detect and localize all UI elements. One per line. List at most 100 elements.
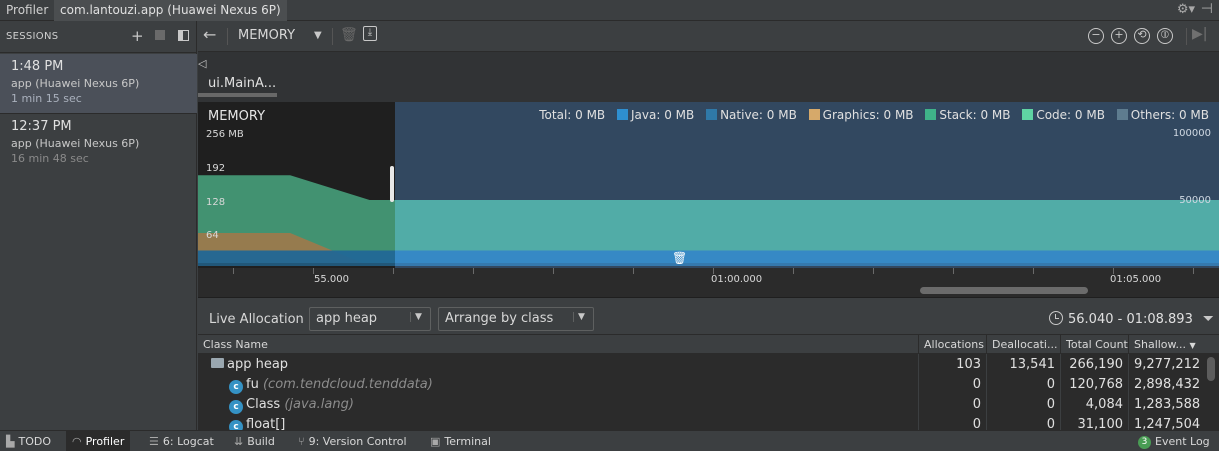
col-shallow-size[interactable]: Shallow... ▼: [1128, 335, 1206, 354]
shallow-size-cell: 9,277,212: [1134, 357, 1201, 372]
back-arrow-icon[interactable]: ←: [203, 25, 216, 44]
build-tool-button[interactable]: ⇊ Build: [234, 431, 275, 451]
terminal-tool-button[interactable]: ▣ Terminal: [430, 431, 491, 451]
class-name: app heap: [227, 357, 289, 372]
table-row[interactable]: c fu (com.tendcloud.tenddata) 0 0 120,768…: [198, 375, 1206, 395]
chevron-down-icon[interactable]: ▼: [314, 30, 322, 41]
legend-stack: Stack: 0 MB: [939, 108, 1011, 122]
chart-legend: Total: 0 MB Java: 0 MB Native: 0 MB Grap…: [535, 108, 1209, 122]
legend-others: Others: 0 MB: [1130, 108, 1209, 122]
arrange-select-value: Arrange by class: [445, 311, 554, 326]
terminal-icon: ▣: [430, 435, 441, 448]
unselected-overlay: [198, 102, 395, 268]
allocation-toolbar: Live Allocation app heap ▼ Arrange by cl…: [198, 304, 1219, 335]
zoom-in-icon[interactable]: +: [1111, 28, 1127, 44]
y-tick-label: 64: [206, 230, 219, 241]
todo-icon: ▙: [6, 435, 15, 448]
session-duration: 16 min 48 sec: [11, 152, 89, 165]
toolbar-divider: [1186, 28, 1187, 45]
memory-chart[interactable]: 🗑 MEMORY 256 MB 192 128 64 100000 50000 …: [198, 102, 1219, 268]
hide-panel-icon[interactable]: ⊣: [1201, 1, 1213, 17]
reset-zoom-icon[interactable]: ⟲: [1134, 28, 1150, 44]
arrange-select[interactable]: Arrange by class ▼: [438, 307, 594, 331]
sessions-header: SESSIONS +: [0, 21, 197, 53]
legend-code: Code: 0 MB: [1036, 108, 1105, 122]
live-allocation-label: Live Allocation: [209, 312, 304, 327]
selection-range: 56.040 - 01:08.893: [1068, 312, 1193, 327]
axis-tick: [1193, 268, 1194, 274]
table-row[interactable]: app heap 103 13,541 266,190 9,277,212: [198, 355, 1206, 375]
collapse-panel-icon[interactable]: [178, 30, 189, 41]
col-total-count[interactable]: Total Count: [1060, 335, 1128, 354]
chart-title: MEMORY: [208, 109, 266, 124]
build-label: Build: [247, 435, 275, 448]
col-deallocations[interactable]: Deallocati...: [986, 335, 1060, 354]
chevron-down-icon: ▼: [410, 312, 426, 322]
logcat-tool-button[interactable]: ☰ 6: Logcat: [149, 431, 214, 451]
allocations-cell: 0: [972, 417, 981, 430]
logcat-icon: ☰: [149, 435, 159, 448]
col-allocations[interactable]: Allocations: [918, 335, 986, 354]
gear-icon[interactable]: ⚙▾: [1177, 2, 1195, 17]
event-timeline: ◁ ui.MainA...: [198, 52, 1219, 102]
y-tick-label: 128: [206, 197, 226, 208]
heap-select-value: app heap: [316, 311, 378, 326]
legend-total: Total: 0 MB: [539, 108, 606, 122]
activity-bar[interactable]: [198, 93, 277, 97]
session-item[interactable]: 12:37 PM app (Huawei Nexus 6P) 16 min 48…: [0, 113, 197, 172]
profiler-label: Profiler: [85, 435, 125, 448]
shallow-size-cell: 2,898,432: [1134, 377, 1201, 392]
time-tick-label: 55.000: [314, 274, 349, 285]
class-name: Class: [246, 397, 281, 412]
allocations-cell: 0: [972, 397, 981, 412]
allocation-table: Class Name Allocations Deallocati... Tot…: [198, 335, 1219, 430]
deallocations-cell: 13,541: [1009, 357, 1056, 372]
profiler-select[interactable]: MEMORY: [238, 28, 295, 43]
event-log-label: Event Log: [1155, 435, 1210, 448]
deallocations-cell: 0: [1046, 377, 1055, 392]
sessions-panel: SESSIONS + 1:48 PM app (Huawei Nexus 6P)…: [0, 21, 197, 430]
session-time: 12:37 PM: [11, 119, 72, 134]
total-count-cell: 266,190: [1069, 357, 1123, 372]
table-row[interactable]: c Class (java.lang) 0 0 4,084 1,283,588: [198, 395, 1206, 415]
allocations-cell: 103: [956, 357, 981, 372]
legend-java: Java: 0 MB: [631, 108, 695, 122]
version-control-tool-button[interactable]: ⑂ 9: Version Control: [298, 431, 407, 451]
filter-icon[interactable]: ⏷: [1203, 311, 1214, 327]
axis-tick: [953, 268, 954, 274]
event-log-button[interactable]: 3 Event Log: [1138, 431, 1210, 451]
class-name-cell: c float[]: [229, 415, 285, 430]
axis-tick: [473, 268, 474, 274]
zoom-out-icon[interactable]: −: [1088, 28, 1104, 44]
col-class-name[interactable]: Class Name: [198, 335, 918, 354]
tab-profiler[interactable]: Profiler: [0, 0, 54, 21]
legend-graphics: Graphics: 0 MB: [822, 108, 914, 122]
table-row[interactable]: c float[] 0 0 31,100 1,247,504: [198, 415, 1206, 430]
add-session-icon[interactable]: +: [131, 27, 144, 45]
event-count-badge: 3: [1138, 436, 1151, 449]
session-item[interactable]: 1:48 PM app (Huawei Nexus 6P) 1 min 15 s…: [0, 54, 197, 113]
class-icon: c: [229, 400, 243, 414]
profiler-tool-button[interactable]: ◠ Profiler: [66, 431, 131, 451]
profiler-icon: ◠: [72, 435, 82, 448]
tab-app-session[interactable]: com.lantouzi.app (Huawei Nexus 6P): [54, 0, 287, 21]
class-icon: c: [229, 380, 243, 394]
heap-select[interactable]: app heap ▼: [309, 307, 431, 331]
zoom-to-selection-icon[interactable]: ⦶: [1157, 28, 1173, 44]
total-count-cell: 120,768: [1069, 377, 1123, 392]
heap-dump-icon[interactable]: ⤓: [363, 26, 377, 41]
logcat-label: 6: Logcat: [162, 435, 214, 448]
table-scrollbar[interactable]: [1207, 357, 1215, 381]
legend-swatch: [706, 109, 718, 120]
right-tick-label: 100000: [1172, 128, 1211, 139]
go-live-icon[interactable]: ▶|: [1192, 26, 1207, 42]
memory-area-chart: 🗑: [198, 102, 1219, 268]
build-icon: ⇊: [234, 435, 244, 448]
todo-tool-button[interactable]: ▙ TODO: [6, 431, 51, 451]
axis-tick: [633, 268, 634, 274]
time-tick-label: 01:05.000: [1110, 274, 1162, 285]
activity-label[interactable]: ui.MainA...: [208, 76, 276, 91]
stop-session-icon[interactable]: [155, 30, 165, 40]
timeline-scrollbar[interactable]: [920, 287, 1088, 294]
trash-icon[interactable]: 🗑: [340, 27, 358, 43]
